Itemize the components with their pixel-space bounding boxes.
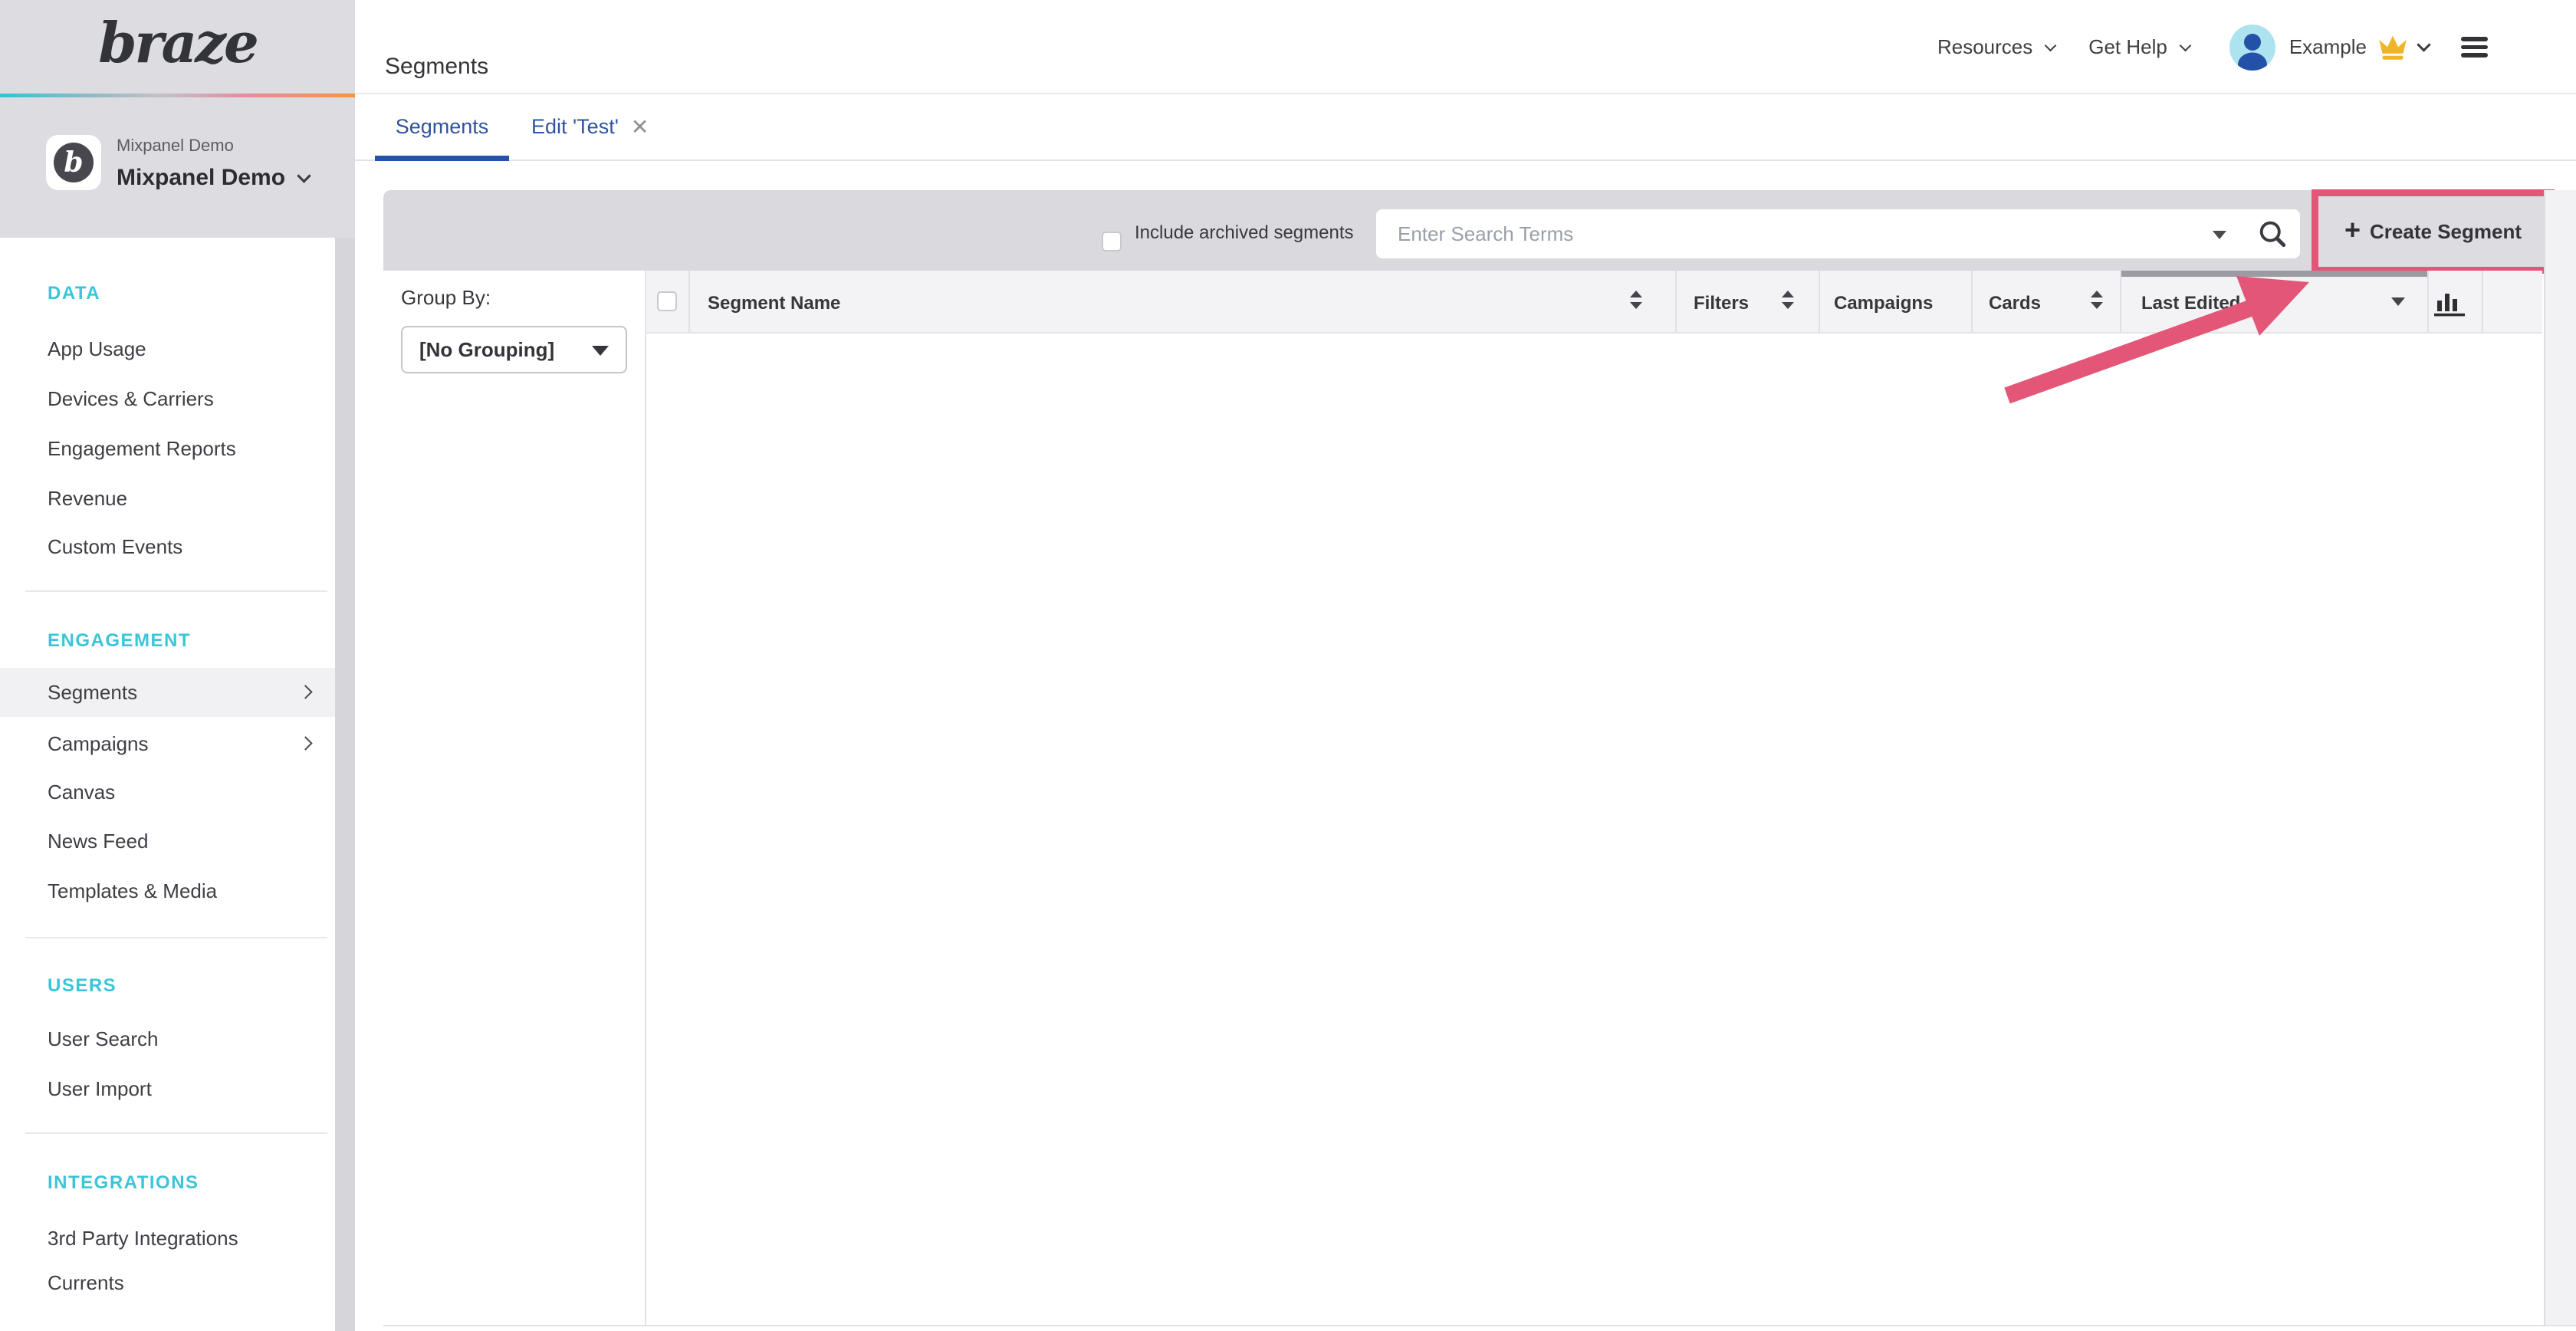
chevron-down-icon — [2045, 40, 2057, 52]
table-scroll-gutter — [2544, 190, 2576, 1326]
column-divider — [2120, 271, 2121, 334]
sidebar-divider — [25, 590, 327, 592]
column-last-edited[interactable]: Last Edited — [2141, 271, 2240, 334]
sidebar-section-users: USERS — [48, 971, 117, 1001]
user-menu[interactable]: Example — [2229, 25, 2429, 71]
chevron-down-icon — [2180, 40, 2192, 52]
sidebar-scrollbar[interactable] — [335, 238, 355, 1331]
close-icon[interactable]: ✕ — [631, 114, 649, 140]
sidebar-item-user-import[interactable]: User Import — [0, 1064, 335, 1113]
column-filters[interactable]: Filters — [1694, 271, 1749, 334]
search-icon[interactable] — [2256, 217, 2289, 251]
dropdown-caret-icon — [592, 346, 609, 356]
sidebar-item-canvas[interactable]: Canvas — [0, 767, 335, 817]
workspace-app-icon: b — [46, 135, 101, 190]
get-help-menu[interactable]: Get Help — [2088, 35, 2190, 59]
sidebar-item-revenue[interactable]: Revenue — [0, 474, 335, 523]
sidebar-item-engagement-reports[interactable]: Engagement Reports — [0, 424, 335, 473]
app-group-name: Mixpanel Demo — [117, 165, 285, 191]
page-header: Segments Resources Get Help — [355, 0, 2576, 94]
sidebar-item-custom-events[interactable]: Custom Events — [0, 522, 335, 571]
column-divider — [688, 271, 690, 334]
page-title: Segments — [385, 54, 488, 80]
main-content: Segments Resources Get Help — [355, 0, 2576, 1331]
sidebar-item-app-usage[interactable]: App Usage — [0, 324, 335, 373]
column-divider — [2427, 271, 2429, 334]
resources-menu[interactable]: Resources — [1937, 35, 2055, 59]
sidebar-item-templates-media[interactable]: Templates & Media — [0, 866, 335, 915]
braze-logo-text: braze — [98, 15, 257, 78]
workspace-switcher[interactable]: b Mixpanel Demo Mixpanel Demo — [0, 97, 355, 238]
hamburger-menu-icon[interactable] — [2461, 37, 2488, 58]
sidebar-item-campaigns[interactable]: Campaigns — [0, 719, 335, 768]
crown-icon — [2377, 35, 2408, 61]
group-by-dropdown[interactable]: [No Grouping] — [401, 326, 627, 373]
avatar-icon — [2229, 25, 2275, 71]
sidebar-section-engagement: ENGAGEMENT — [48, 626, 191, 656]
column-divider — [1971, 271, 1973, 334]
group-by-value: [No Grouping] — [419, 327, 554, 372]
workspace-app-icon-letter: b — [54, 143, 94, 182]
column-campaigns[interactable]: Campaigns — [1834, 271, 1933, 334]
user-name: Example — [2289, 35, 2367, 59]
segment-search-box — [1376, 209, 2300, 258]
tab-edit-test[interactable]: Edit 'Test' ✕ — [531, 94, 649, 159]
sidebar-item-news-feed[interactable]: News Feed — [0, 817, 335, 866]
braze-app-window: braze b Mixpanel Demo Mixpanel Demo DATA… — [0, 0, 2576, 1331]
group-by-label: Group By: — [401, 286, 491, 310]
sort-icon[interactable] — [1630, 291, 1642, 309]
chevron-down-icon — [297, 169, 310, 182]
sidebar-item-devices-carriers[interactable]: Devices & Carriers — [0, 374, 335, 423]
group-by-panel: Group By: [No Grouping] — [355, 271, 646, 1326]
segments-table-header: Segment Name Filters Campaigns Cards Las… — [646, 271, 2542, 334]
active-tab-underline — [375, 156, 509, 161]
column-segment-name[interactable]: Segment Name — [708, 271, 840, 334]
sidebar: braze b Mixpanel Demo Mixpanel Demo DATA… — [0, 0, 355, 1331]
sidebar-divider — [25, 1132, 327, 1134]
create-segment-button[interactable]: + Create Segment — [2318, 196, 2548, 267]
chevron-right-icon — [298, 685, 312, 698]
braze-logo[interactable]: braze — [0, 0, 355, 94]
sidebar-divider — [25, 937, 327, 938]
sidebar-section-data: DATA — [48, 278, 100, 309]
tab-bar: Segments Edit 'Test' ✕ — [355, 94, 2576, 161]
include-archived-label: Include archived segments — [1135, 190, 1354, 271]
column-cards[interactable]: Cards — [1989, 271, 2041, 334]
content-bottom-border — [383, 1325, 2576, 1326]
segments-toolbar: Include archived segments — [383, 190, 2542, 271]
create-segment-highlight-box: + Create Segment — [2312, 189, 2555, 274]
header-actions: Resources Get Help — [1937, 0, 2488, 94]
analytics-chart-icon[interactable] — [2433, 287, 2466, 317]
column-divider — [1675, 271, 1677, 334]
column-divider — [2482, 271, 2483, 334]
select-all-checkbox[interactable] — [657, 291, 677, 311]
plus-icon: + — [2344, 216, 2361, 244]
sidebar-item-user-search[interactable]: User Search — [0, 1014, 335, 1063]
search-dropdown-caret-icon[interactable] — [2213, 231, 2226, 239]
sidebar-item-3rd-party-integrations[interactable]: 3rd Party Integrations — [0, 1214, 335, 1263]
sidebar-section-integrations: INTEGRATIONS — [48, 1168, 199, 1198]
tab-segments[interactable]: Segments — [375, 94, 509, 159]
search-input[interactable] — [1376, 209, 2189, 258]
column-divider — [1819, 271, 1820, 334]
sort-icon[interactable] — [2091, 291, 2103, 309]
company-name: Mixpanel Demo — [117, 136, 234, 156]
sort-desc-icon[interactable] — [2391, 297, 2405, 306]
chevron-right-icon — [298, 736, 312, 750]
include-archived-checkbox[interactable] — [1102, 232, 1122, 251]
sidebar-item-segments[interactable]: Segments — [0, 668, 335, 717]
sort-icon[interactable] — [1782, 291, 1794, 309]
sidebar-item-currents[interactable]: Currents — [0, 1258, 335, 1307]
chevron-down-icon — [2417, 38, 2430, 51]
